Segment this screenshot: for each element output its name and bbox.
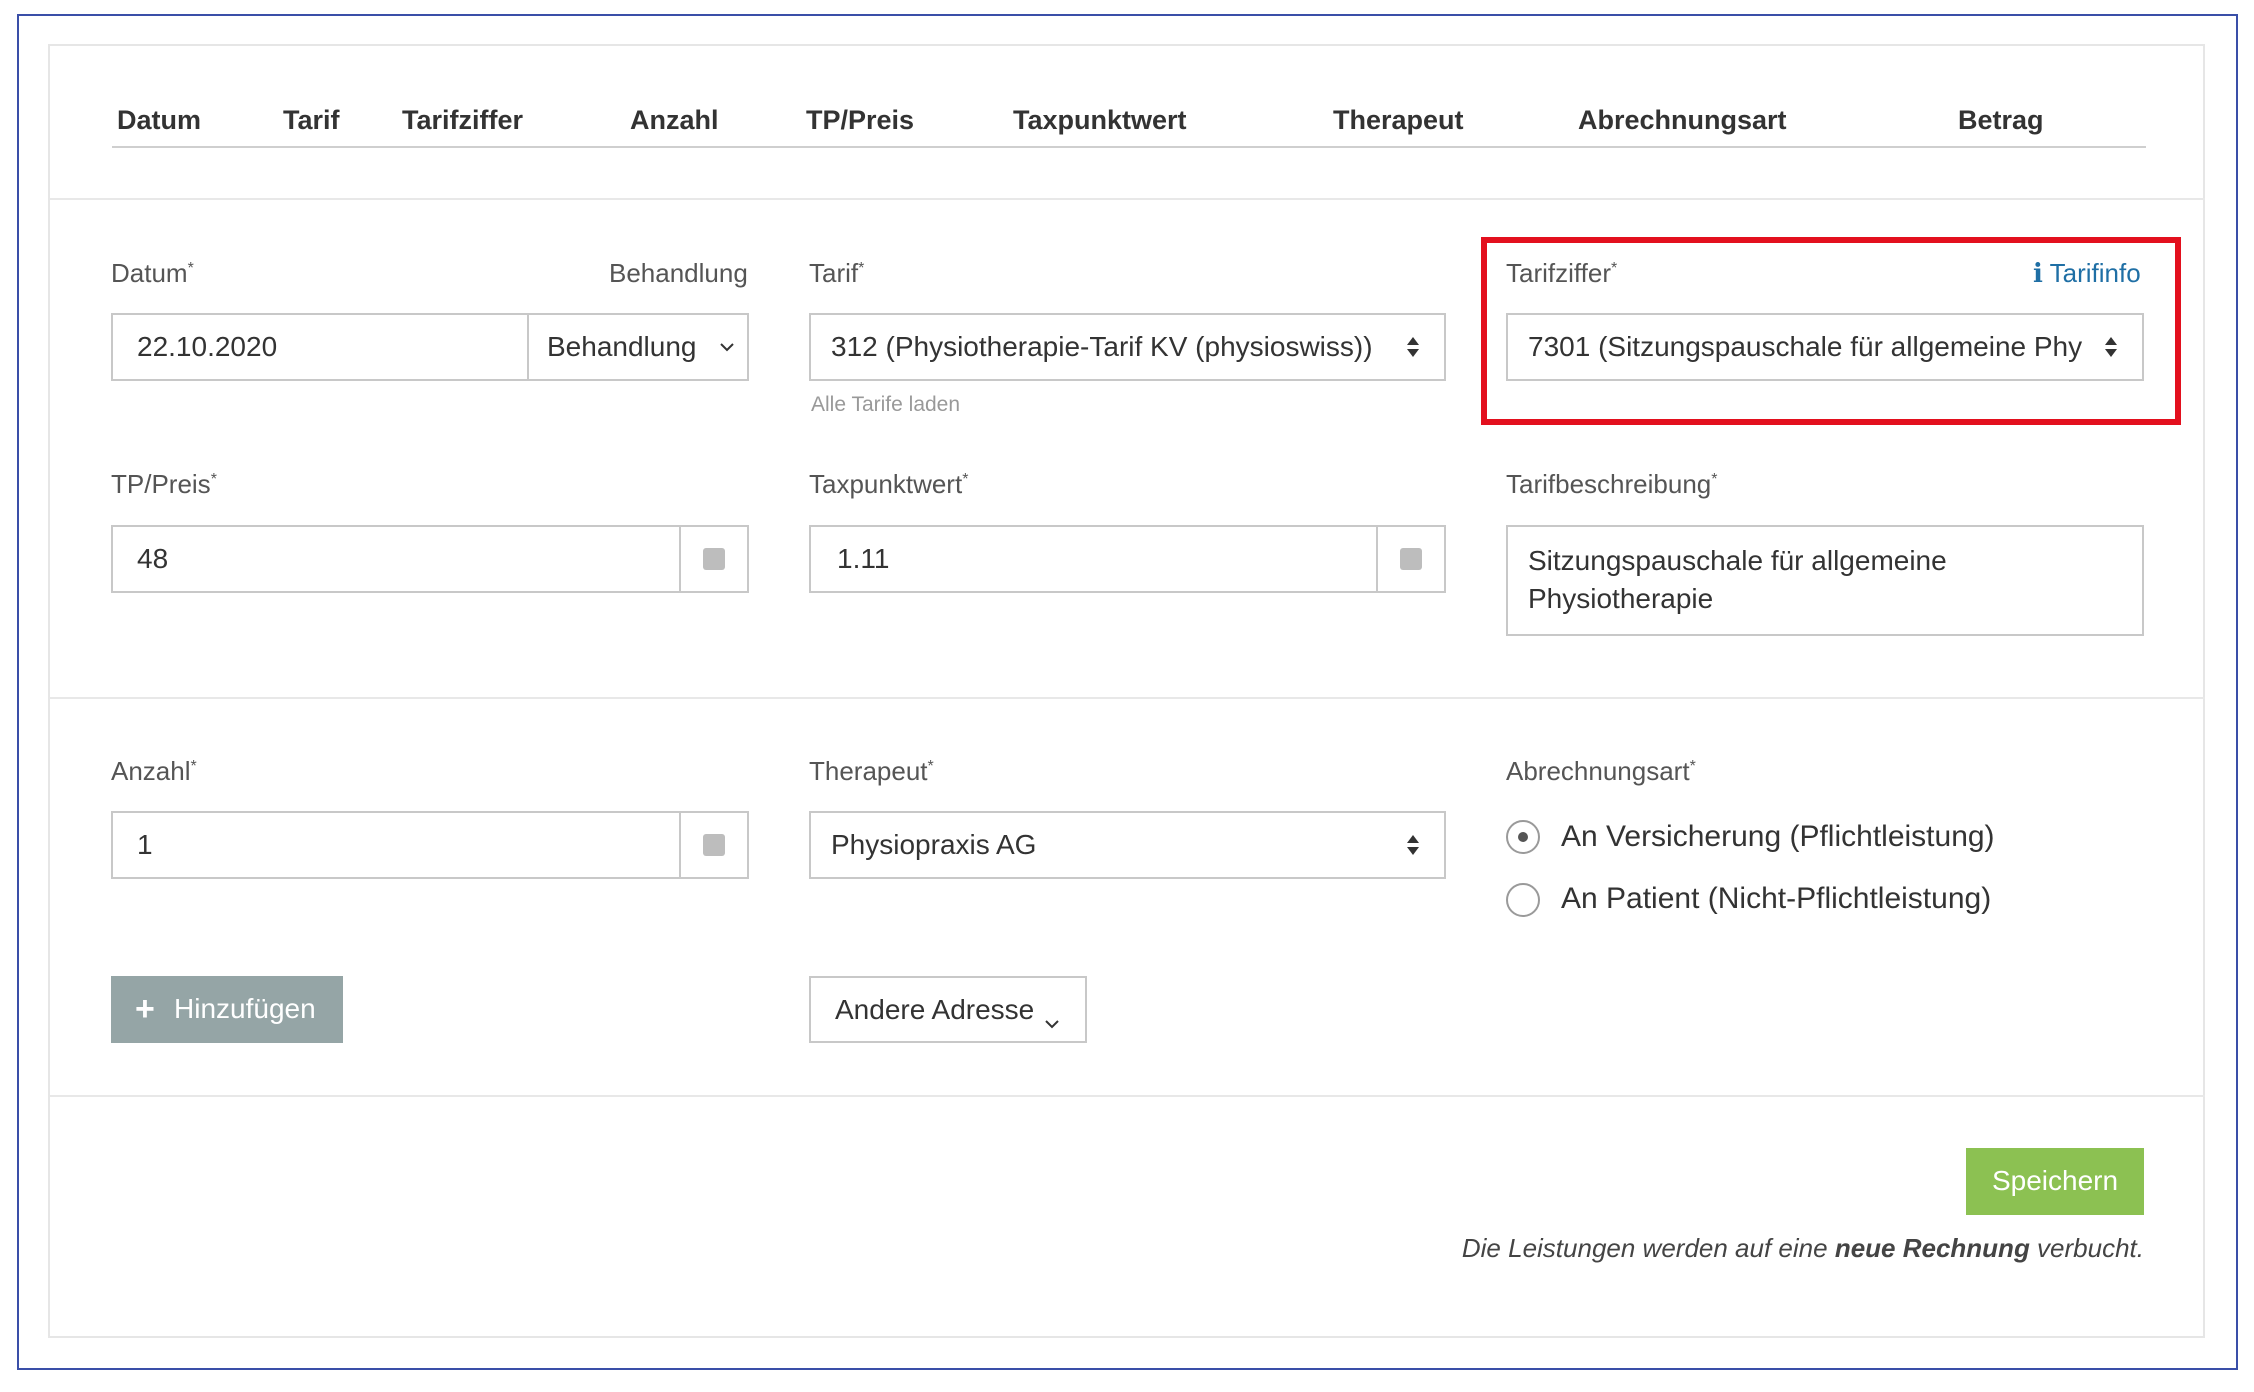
- column-header-abrechnungsart: Abrechnungsart: [1578, 105, 1787, 135]
- taxpunktwert-label: Taxpunktwert*: [809, 469, 969, 499]
- column-header-anzahl: Anzahl: [630, 105, 719, 135]
- radio-label[interactable]: An Versicherung (Pflichtleistung): [1561, 820, 1995, 854]
- column-header-therapeut: Therapeut: [1333, 105, 1464, 135]
- footer-note-pre: Die Leistungen werden auf eine: [1461, 1233, 1835, 1263]
- tarifbeschreibung-label: Tarifbeschreibung*: [1506, 469, 1718, 499]
- plus-icon: +: [135, 990, 155, 1028]
- radio-button[interactable]: [1506, 820, 1540, 854]
- column-header-datum: Datum: [117, 105, 202, 135]
- tp-preis-label: TP/Preis*: [111, 469, 217, 499]
- abrechnungsart-label: Abrechnungsart*: [1506, 756, 1696, 786]
- radio-button[interactable]: [1506, 883, 1540, 917]
- tp-preis-input[interactable]: 48: [137, 542, 168, 576]
- tarifbeschreibung-line-1: Sitzungspauschale für allgemeine: [1528, 545, 1947, 576]
- chevron-down-icon: [1044, 1004, 1060, 1038]
- datum-label: Datum*: [111, 258, 194, 288]
- column-header-tarifziffer: Tarifziffer: [402, 105, 524, 135]
- highlight-box: [1481, 237, 2181, 425]
- speichern-button-label: Speichern: [1991, 1165, 2119, 1196]
- radio-label[interactable]: An Patient (Nicht-Pflichtleistung): [1561, 882, 1991, 916]
- tarifbeschreibung-line-2: Physiotherapie: [1528, 583, 1714, 614]
- sort-arrows-icon: [1406, 336, 1420, 358]
- section-divider: [50, 198, 2205, 200]
- taxpunktwert-addon-button[interactable]: [1376, 527, 1444, 591]
- andere-adresse-button-label: Andere Adresse: [835, 994, 1035, 1025]
- anzahl-input-group: 1: [111, 811, 749, 879]
- anzahl-addon-button[interactable]: [679, 813, 747, 877]
- speichern-button[interactable]: Speichern: [1966, 1148, 2144, 1215]
- table-header: Datum Tarif Tarifziffer Anzahl TP/Preis …: [112, 100, 2146, 148]
- tarif-label: Tarif*: [809, 258, 865, 288]
- taxpunktwert-input[interactable]: 1.11: [837, 542, 889, 576]
- column-header-tarif: Tarif: [283, 105, 340, 135]
- taxpunktwert-input-group: 1.11: [809, 525, 1446, 593]
- tarif-select[interactable]: 312 (Physiotherapie-Tarif KV (physioswis…: [809, 313, 1446, 381]
- column-header-tp-preis: TP/Preis: [806, 105, 915, 135]
- column-header-betrag: Betrag: [1958, 105, 2044, 135]
- section-divider: [50, 1095, 2205, 1097]
- tp-preis-addon-button[interactable]: [679, 527, 747, 591]
- anzahl-label: Anzahl*: [111, 756, 197, 786]
- behandlung-button-label: Behandlung: [547, 331, 697, 362]
- footer-note: Die Leistungen werden auf eine neue Rech…: [1462, 1232, 2144, 1264]
- tarif-select-value: 312 (Physiotherapie-Tarif KV (physioswis…: [831, 331, 1373, 362]
- section-divider: [50, 697, 2205, 699]
- footer-note-bold: neue Rechnung: [1834, 1233, 2030, 1263]
- datum-input[interactable]: 22.10.2020: [137, 330, 277, 364]
- chevron-down-icon: [719, 340, 735, 358]
- tarifbeschreibung-textarea[interactable]: Sitzungspauschale für allgemeine Physiot…: [1506, 525, 2144, 636]
- column-header-taxpunktwert: Taxpunktwert: [1013, 105, 1187, 135]
- therapeut-select-value: Physiopraxis AG: [831, 829, 1037, 860]
- therapeut-select[interactable]: Physiopraxis AG: [809, 811, 1446, 879]
- behandlung-dropdown-button[interactable]: Behandlung: [527, 315, 747, 379]
- tp-preis-input-group: 48: [111, 525, 749, 593]
- sort-arrows-icon: [1406, 834, 1420, 856]
- hinzufuegen-button-label: Hinzufügen: [174, 993, 316, 1024]
- footer-note-post: verbucht.: [2029, 1233, 2144, 1263]
- andere-adresse-dropdown-button[interactable]: Andere Adresse: [809, 976, 1087, 1043]
- behandlung-label: Behandlung: [609, 258, 748, 288]
- datum-input-group: 22.10.2020 Behandlung: [111, 313, 749, 381]
- alle-tarife-laden-link[interactable]: Alle Tarife laden: [811, 391, 960, 419]
- hinzufuegen-button[interactable]: + Hinzufügen: [111, 976, 343, 1043]
- therapeut-label: Therapeut*: [809, 756, 934, 786]
- anzahl-input[interactable]: 1: [137, 828, 153, 862]
